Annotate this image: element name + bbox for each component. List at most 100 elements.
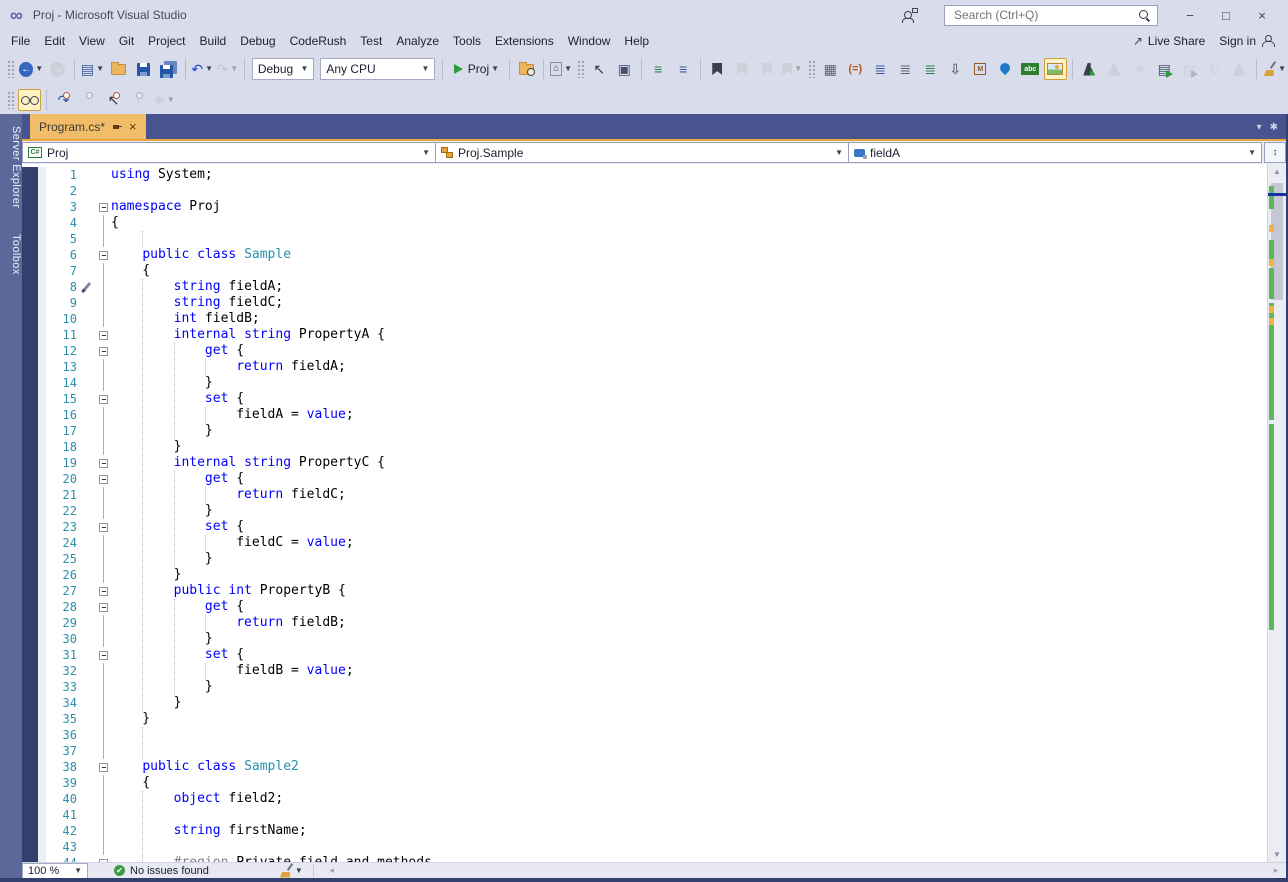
save-button[interactable] — [132, 58, 155, 80]
indicator-margin[interactable] — [38, 759, 46, 775]
menu-edit[interactable]: Edit — [37, 32, 72, 50]
indicator-margin[interactable] — [38, 407, 46, 423]
previous-bookmark-button[interactable] — [731, 58, 754, 80]
toolbar-grip[interactable] — [807, 60, 815, 78]
indicator-margin[interactable] — [38, 519, 46, 535]
indicator-margin[interactable] — [38, 343, 46, 359]
indicator-margin[interactable] — [38, 647, 46, 663]
profile-tests-button[interactable]: ✳ — [1128, 58, 1151, 80]
scroll-up-arrow-icon[interactable]: ▲ — [1268, 164, 1286, 179]
side-tab-toolbox[interactable]: Toolbox — [0, 230, 22, 279]
run-tests-button[interactable] — [1078, 58, 1101, 80]
indicator-margin[interactable] — [38, 455, 46, 471]
menu-extensions[interactable]: Extensions — [488, 32, 561, 50]
menu-coderush[interactable]: CodeRush — [283, 32, 354, 50]
coderush-jump-to-button[interactable]: ↷ — [52, 89, 75, 111]
indicator-margin[interactable] — [38, 599, 46, 615]
fold-toggle-icon[interactable] — [99, 458, 108, 468]
code-cleanup-status-button[interactable]: ▼ — [279, 864, 303, 878]
menu-git[interactable]: Git — [112, 32, 141, 50]
next-bookmark-button[interactable] — [756, 58, 779, 80]
image-preview-button[interactable] — [1043, 58, 1067, 80]
indicator-margin[interactable] — [38, 791, 46, 807]
code-cleanup-button[interactable]: ▼ — [1262, 58, 1287, 80]
search-icon[interactable] — [1138, 9, 1150, 21]
fold-toggle-icon[interactable] — [99, 202, 108, 212]
select-element-button[interactable]: ↖ — [588, 58, 611, 80]
side-tab-server-explorer[interactable]: Server Explorer — [0, 122, 22, 212]
fold-toggle-icon[interactable] — [99, 250, 108, 260]
redo-button[interactable]: ↷ ▼ — [216, 58, 239, 80]
indicator-margin[interactable] — [38, 551, 46, 567]
indicator-margin[interactable] — [38, 583, 46, 599]
tab-program-cs[interactable]: Program.cs* × — [30, 114, 146, 139]
map-mode-button[interactable] — [994, 58, 1017, 80]
menu-analyze[interactable]: Analyze — [389, 32, 446, 50]
increase-indent-button[interactable]: ≡ — [672, 58, 695, 80]
coderush-refactor-icon[interactable] — [83, 281, 92, 291]
indicator-margin[interactable] — [38, 215, 46, 231]
split-editor-button[interactable]: ↕ — [1264, 142, 1286, 163]
indicator-margin[interactable] — [38, 279, 46, 295]
fold-toggle-icon[interactable] — [99, 522, 108, 532]
toolbar-grip[interactable] — [7, 60, 14, 78]
fold-toggle-icon[interactable] — [99, 474, 108, 484]
feedback-icon[interactable] — [902, 8, 918, 23]
window-layout-button[interactable]: ⌂ ▼ — [549, 58, 572, 80]
coderush-next-reference-button[interactable]: ↓ — [127, 89, 150, 111]
indicator-margin[interactable] — [38, 359, 46, 375]
scroll-left-arrow-icon[interactable]: ◂ — [324, 863, 340, 879]
scroll-down-arrow-icon[interactable]: ▼ — [1268, 847, 1286, 862]
undo-button[interactable]: ↶ ▼ — [191, 58, 214, 80]
clear-bookmarks-button[interactable]: ▼ — [781, 58, 804, 80]
fold-toggle-icon[interactable] — [99, 586, 108, 596]
indicator-margin[interactable] — [38, 823, 46, 839]
menu-help[interactable]: Help — [617, 32, 656, 50]
coverage-tests-button[interactable] — [1228, 58, 1251, 80]
fold-toggle-icon[interactable] — [99, 650, 108, 660]
fold-toggle-icon[interactable] — [99, 858, 108, 862]
markdown-button[interactable]: M — [969, 58, 992, 80]
indicator-margin[interactable] — [38, 695, 46, 711]
sign-in-button[interactable]: Sign in — [1219, 34, 1275, 48]
indicator-margin[interactable] — [38, 615, 46, 631]
code-surface[interactable]: 1 using System; 2 3 namespace Proj 4{5 6 publi… — [22, 164, 1267, 862]
tab-overflow-button[interactable]: ▾ — [1257, 122, 1262, 133]
toggle-bookmark-button[interactable] — [706, 58, 729, 80]
indicator-margin[interactable] — [38, 327, 46, 343]
format-tokens-button[interactable]: (=) — [844, 58, 867, 80]
coderush-visualize-button[interactable] — [18, 89, 41, 111]
menu-window[interactable]: Window — [561, 32, 618, 50]
copy-structure-button[interactable]: ▣ — [613, 58, 636, 80]
fold-toggle-icon[interactable] — [99, 602, 108, 612]
new-file-button[interactable]: ▤ ▼ — [80, 58, 105, 80]
show-whitespace-button[interactable]: ≣ — [919, 58, 942, 80]
menu-file[interactable]: File — [4, 32, 37, 50]
indicator-margin[interactable] — [38, 471, 46, 487]
maximize-button[interactable]: □ — [1208, 3, 1244, 27]
collapse-to-definitions-button[interactable]: ⇩ — [944, 58, 967, 80]
indicator-margin[interactable] — [38, 663, 46, 679]
indicator-margin[interactable] — [38, 247, 46, 263]
indicator-margin[interactable] — [38, 679, 46, 695]
spell-checker-button[interactable]: abc — [1019, 58, 1042, 80]
coderush-options-button[interactable]: ✱ ▼ — [152, 89, 176, 111]
indicator-margin[interactable] — [38, 295, 46, 311]
project-dropdown[interactable]: C# Proj ▼ — [22, 142, 436, 163]
indicator-margin[interactable] — [38, 743, 46, 759]
solution-configurations-combo[interactable]: Debug ▼ — [251, 58, 315, 80]
toolbar-grip[interactable] — [7, 91, 14, 109]
minimize-button[interactable]: − — [1172, 3, 1208, 27]
member-dropdown[interactable]: fieldA ▼ — [849, 142, 1262, 163]
fold-toggle-icon[interactable] — [99, 394, 108, 404]
decrease-indent-button[interactable]: ≡ — [647, 58, 670, 80]
indicator-margin[interactable] — [38, 567, 46, 583]
navigate-back-button[interactable]: ← ▼ — [18, 58, 44, 80]
line-numbers-button[interactable]: ≣ — [869, 58, 892, 80]
menu-view[interactable]: View — [72, 32, 112, 50]
indicator-margin[interactable] — [38, 807, 46, 823]
indicator-margin[interactable] — [38, 375, 46, 391]
coderush-previous-reference-button[interactable]: ↑ — [77, 89, 100, 111]
toolbar-grip[interactable] — [576, 60, 584, 78]
close-tab-icon[interactable]: × — [129, 120, 137, 133]
